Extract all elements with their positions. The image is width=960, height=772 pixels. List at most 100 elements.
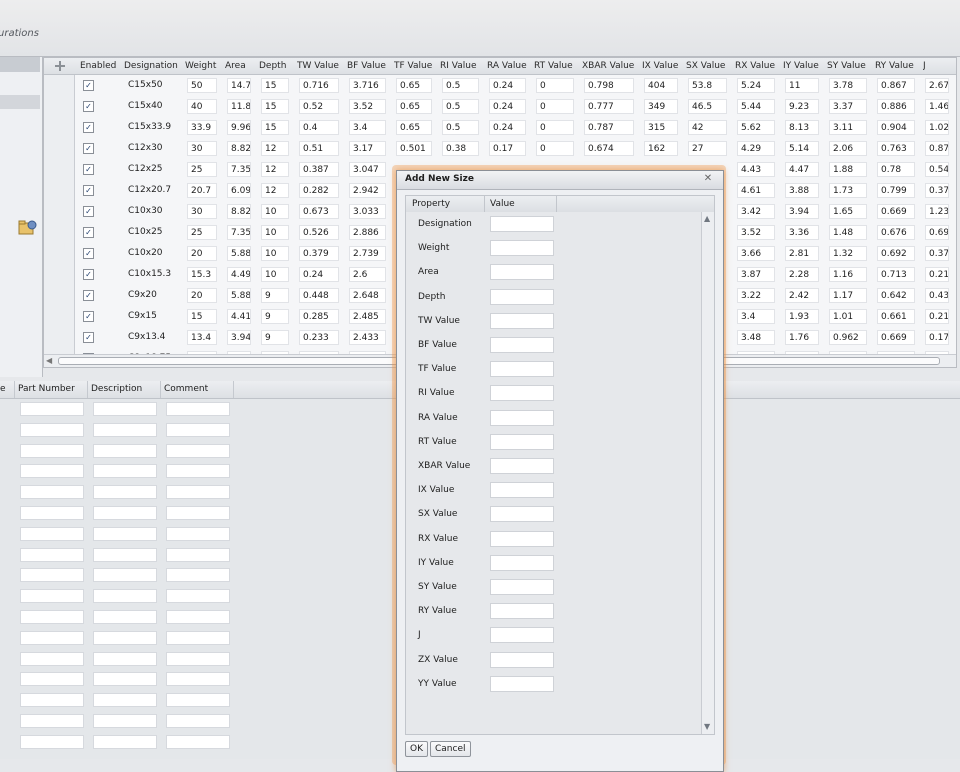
cell-designation[interactable]: C9x15 [128, 309, 157, 324]
cell-tw[interactable]: 0.379 [299, 246, 339, 261]
cell-designation[interactable]: C15x40 [128, 99, 163, 114]
scroll-left-icon[interactable]: ◀ [46, 356, 52, 365]
cell-iy[interactable]: 4.47 [785, 162, 819, 177]
table-row[interactable]: ✓ C12x30 30 8.82 12 0.51 3.17 0.501 0.38 0.17 0 0.6… [44, 138, 956, 160]
cell-weight[interactable]: 40 [187, 99, 217, 114]
cell-j[interactable]: 0.43 [925, 288, 949, 303]
cell-rx[interactable]: 4.29 [737, 141, 775, 156]
cell-depth[interactable]: 15 [261, 120, 289, 135]
cell-rx[interactable]: 5.44 [737, 99, 775, 114]
property-value-input[interactable] [490, 651, 554, 668]
cell-ry[interactable]: 0.867 [877, 78, 915, 93]
cell-sy[interactable]: 0.962 [829, 330, 867, 345]
cell-sx[interactable]: 42 [688, 120, 727, 135]
cell-designation[interactable]: C12x20.7 [128, 183, 171, 198]
property-value-input[interactable] [490, 361, 554, 378]
row-header[interactable] [44, 75, 75, 97]
col-header-rt[interactable]: RT Value [534, 58, 578, 74]
cell-ry[interactable]: 0.78 [877, 162, 915, 177]
part-number-input[interactable] [20, 526, 84, 541]
cell-depth[interactable]: 12 [261, 162, 289, 177]
cell-j[interactable]: 0.21 [925, 267, 949, 282]
comment-input[interactable] [166, 630, 230, 645]
description-input[interactable] [93, 547, 157, 562]
close-icon[interactable]: ✕ [701, 173, 715, 185]
cell-depth[interactable]: 15 [261, 99, 289, 114]
cell-sy[interactable]: 1.16 [829, 267, 867, 282]
cell-j[interactable]: 0.17 [925, 330, 949, 345]
cell-depth[interactable]: 9 [261, 288, 289, 303]
cell-designation[interactable]: C10x25 [128, 225, 163, 240]
cell-area[interactable]: 9.96 [227, 120, 251, 135]
part-number-input[interactable] [20, 568, 84, 583]
col-header-designation[interactable]: Designation [124, 58, 179, 74]
property-value-input[interactable] [490, 675, 554, 692]
cell-iy[interactable]: 5.14 [785, 141, 819, 156]
cell-sy[interactable]: 1.48 [829, 225, 867, 240]
row-header[interactable] [44, 138, 75, 160]
cell-tw[interactable]: 0.716 [299, 78, 339, 93]
cell-sy[interactable]: 2.06 [829, 141, 867, 156]
cell-rt[interactable]: 0 [536, 120, 574, 135]
cell-rx[interactable]: 3.22 [737, 288, 775, 303]
cell-j[interactable]: 1.46 [925, 99, 949, 114]
cell-bf[interactable]: 3.52 [349, 99, 386, 114]
cell-rt[interactable]: 0 [536, 141, 574, 156]
part-number-input[interactable] [20, 422, 84, 437]
property-value-input[interactable] [490, 288, 554, 305]
enabled-checkbox[interactable]: ✓ [83, 332, 94, 343]
description-input[interactable] [93, 422, 157, 437]
cell-weight[interactable]: 30 [187, 204, 217, 219]
cell-iy[interactable]: 2.81 [785, 246, 819, 261]
cell-weight[interactable]: 25 [187, 225, 217, 240]
property-value-input[interactable] [490, 240, 554, 257]
cell-bf[interactable]: 3.047 [349, 162, 386, 177]
description-input[interactable] [93, 714, 157, 728]
cell-xbar[interactable]: 0.798 [584, 78, 634, 93]
cell-rt[interactable]: 0 [536, 78, 574, 93]
cell-designation[interactable]: C15x50 [128, 78, 163, 93]
row-header[interactable] [44, 306, 75, 328]
cell-designation[interactable]: C10x20 [128, 246, 163, 261]
cell-designation[interactable]: C12x30 [128, 141, 163, 156]
cell-area[interactable]: 7.35 [227, 162, 251, 177]
cell-area[interactable]: 7.35 [227, 225, 251, 240]
cell-area[interactable]: 8.82 [227, 141, 251, 156]
comment-input[interactable] [166, 589, 230, 604]
part-number-input[interactable] [20, 506, 84, 520]
property-value-input[interactable] [490, 506, 554, 523]
cell-iy[interactable]: 3.94 [785, 204, 819, 219]
cell-weight[interactable]: 30 [187, 141, 217, 156]
cell-iy[interactable]: 2.42 [785, 288, 819, 303]
cell-weight[interactable]: 20 [187, 288, 217, 303]
table-row[interactable]: ✓ C15x50 50 14.7 15 0.716 3.716 0.65 0.5 0.24 0 0.7… [44, 75, 956, 97]
cell-area[interactable]: 5.88 [227, 246, 251, 261]
cell-rx[interactable]: 4.61 [737, 183, 775, 198]
comment-input[interactable] [166, 547, 230, 562]
cell-ra[interactable]: 0.24 [489, 120, 526, 135]
cell-ra[interactable]: 0.17 [489, 141, 526, 156]
col-header-area[interactable]: Area [225, 58, 255, 74]
cell-rx[interactable]: 3.42 [737, 204, 775, 219]
cell-ry[interactable]: 0.642 [877, 288, 915, 303]
description-input[interactable] [93, 506, 157, 520]
cell-tw[interactable]: 0.285 [299, 309, 339, 324]
cell-weight[interactable]: 50 [187, 78, 217, 93]
part-number-input[interactable] [20, 693, 84, 708]
part-number-input[interactable] [20, 547, 84, 562]
col-header-depth[interactable]: Depth [259, 58, 293, 74]
property-value-input[interactable] [490, 433, 554, 450]
description-input[interactable] [93, 485, 157, 500]
add-column-icon[interactable] [54, 58, 68, 74]
part-number-input[interactable] [20, 443, 84, 458]
enabled-checkbox[interactable]: ✓ [83, 164, 94, 175]
row-header[interactable] [44, 243, 75, 265]
col-header-tf[interactable]: TF Value [394, 58, 436, 74]
row-header[interactable] [44, 285, 75, 307]
description-input[interactable] [93, 402, 157, 416]
cell-tf[interactable]: 0.65 [396, 99, 432, 114]
cell-area[interactable]: 5.88 [227, 288, 251, 303]
cell-tw[interactable]: 0.52 [299, 99, 339, 114]
part-number-input[interactable] [20, 672, 84, 687]
comment-input[interactable] [166, 651, 230, 666]
